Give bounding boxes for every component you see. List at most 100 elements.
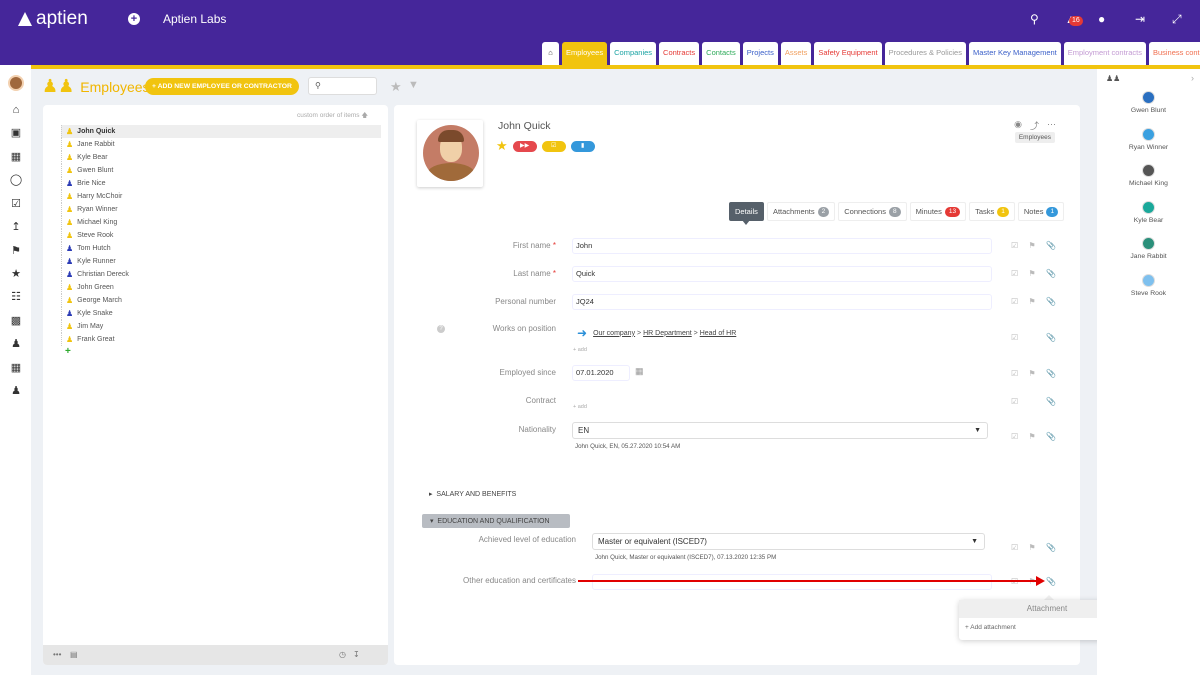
employed-since-field[interactable]: 07.01.2020: [572, 365, 630, 381]
employee-list-item[interactable]: ♟ Michael King: [61, 216, 381, 229]
team-member[interactable]: Michael King: [1097, 164, 1200, 187]
star-icon[interactable]: ★: [9, 267, 23, 281]
tab-business-contracts[interactable]: Business contracts: [1148, 42, 1200, 65]
team-member[interactable]: Jane Rabbit: [1097, 237, 1200, 260]
inbox-icon[interactable]: ▣: [9, 126, 23, 140]
org-name[interactable]: Aptien Labs: [163, 12, 226, 26]
export-icon[interactable]: ↧: [353, 650, 360, 659]
validate-icon[interactable]: ☑: [1011, 333, 1018, 342]
eye-icon[interactable]: ◉: [1014, 119, 1022, 132]
custom-order-toggle[interactable]: custom order of items 🡅: [297, 111, 368, 122]
briefcase-icon[interactable]: ▩: [9, 314, 23, 328]
position-link-company[interactable]: Our company: [593, 330, 635, 337]
section-salary-benefits[interactable]: ▸ SALARY AND BENEFITS: [429, 490, 516, 498]
tab-safety-equipment[interactable]: Safety Equipment: [814, 42, 882, 65]
employee-list-item[interactable]: ♟ Frank Great: [61, 333, 381, 346]
add-contract-link[interactable]: + add: [573, 404, 587, 410]
assign-icon[interactable]: ⚑: [1029, 369, 1036, 378]
more-icon[interactable]: •••: [53, 650, 61, 659]
attachment-icon[interactable]: 📎: [1046, 269, 1056, 278]
checkbox-icon[interactable]: ☑: [9, 197, 23, 211]
search-icon[interactable]: ⚲: [1030, 12, 1039, 26]
forward-button[interactable]: ▶▶: [512, 140, 537, 152]
activity-icon[interactable]: ↥: [9, 220, 23, 234]
assign-icon[interactable]: ⚑: [1029, 543, 1036, 552]
position-link-department[interactable]: HR Department: [643, 330, 692, 337]
employee-list-item[interactable]: ♟ Kyle Runner: [61, 255, 381, 268]
tab-notes[interactable]: Notes 1: [1017, 202, 1065, 221]
validate-icon[interactable]: ☑: [1011, 241, 1018, 250]
employee-list-item[interactable]: ♟ Kyle Bear: [61, 151, 381, 164]
validate-icon[interactable]: ☑: [1011, 432, 1018, 441]
education-level-select[interactable]: Master or equivalent (ISCED7) ▼: [592, 533, 985, 550]
employee-list-item[interactable]: ♟ George March: [61, 294, 381, 307]
attachment-icon[interactable]: 📎: [1046, 297, 1056, 306]
team-member[interactable]: Kyle Bear: [1097, 200, 1200, 224]
person-icon[interactable]: ♟: [9, 337, 23, 351]
team-icon[interactable]: ♟: [9, 384, 23, 398]
add-org-icon[interactable]: +: [128, 13, 140, 25]
tab-details[interactable]: Details: [729, 202, 764, 225]
grid-icon[interactable]: ▦: [9, 361, 23, 375]
chat-icon[interactable]: ●: [1098, 12, 1105, 26]
assign-icon[interactable]: ⚑: [1029, 432, 1036, 441]
last-name-field[interactable]: Quick: [572, 266, 992, 282]
nationality-select[interactable]: EN ▼: [572, 422, 988, 439]
personal-number-field[interactable]: JQ24: [572, 294, 992, 310]
tab-assets[interactable]: Assets: [780, 42, 812, 65]
validate-icon[interactable]: ☑: [1011, 543, 1018, 552]
collapse-icon[interactable]: ⤢: [1172, 12, 1182, 27]
validate-icon[interactable]: ☑: [1011, 269, 1018, 278]
filter-icon[interactable]: ▼: [408, 79, 419, 91]
employee-list-item[interactable]: ♟ Gwen Blunt: [61, 164, 381, 177]
section-education-qualification[interactable]: ▾ EDUCATION AND QUALIFICATION: [422, 514, 570, 528]
employee-photo[interactable]: [417, 120, 483, 187]
employee-list-item[interactable]: ♟ Brie Nice: [61, 177, 381, 190]
attachment-icon[interactable]: 📎: [1046, 432, 1056, 441]
tab-contacts[interactable]: Contacts: [702, 42, 740, 65]
favorite-star-icon[interactable]: ★: [496, 138, 508, 154]
validate-icon[interactable]: ☑: [1011, 397, 1018, 406]
add-position-link[interactable]: + add: [573, 347, 587, 353]
team-member[interactable]: Steve Rook: [1097, 273, 1200, 297]
tab-employment-contracts[interactable]: Employment contracts: [1063, 42, 1146, 65]
share-icon[interactable]: ⤴: [1030, 119, 1039, 132]
note-button[interactable]: ▮: [570, 140, 595, 152]
assign-icon[interactable]: ⚑: [9, 244, 23, 258]
employee-list-item[interactable]: ♟ John Quick: [61, 125, 381, 138]
more-icon[interactable]: ⋯: [1047, 119, 1056, 132]
validate-icon[interactable]: ☑: [1011, 297, 1018, 306]
employee-list-item[interactable]: ♟ Christian Dereck: [61, 268, 381, 281]
attachment-icon[interactable]: 📎: [1046, 543, 1056, 552]
tab-home[interactable]: ⌂: [542, 42, 559, 65]
logout-icon[interactable]: ⇥: [1135, 12, 1145, 26]
attachment-icon[interactable]: 📎: [1046, 397, 1056, 406]
tab-projects[interactable]: Projects: [742, 42, 778, 65]
assign-icon[interactable]: ⚑: [1029, 297, 1036, 306]
app-logo[interactable]: aptien: [18, 8, 88, 30]
history-icon[interactable]: ◷: [339, 650, 346, 659]
employee-list-item[interactable]: ♟ Jane Rabbit: [61, 138, 381, 151]
tab-tasks[interactable]: Tasks 1: [969, 202, 1015, 221]
employee-list-item[interactable]: ♟ Kyle Snake: [61, 307, 381, 320]
task-button[interactable]: ☑: [541, 140, 566, 152]
user-avatar[interactable]: [8, 75, 24, 91]
team-member[interactable]: Ryan Winner: [1097, 127, 1200, 151]
other-education-field[interactable]: [592, 574, 992, 590]
employee-list-item[interactable]: ♟ John Green: [61, 281, 381, 294]
attachment-icon[interactable]: 📎: [1046, 369, 1056, 378]
lightbulb-icon[interactable]: ◯: [9, 173, 23, 187]
attachment-icon[interactable]: 📎: [1046, 241, 1056, 250]
first-name-field[interactable]: John: [572, 238, 992, 254]
employee-list-item[interactable]: ♟ Harry McChoir: [61, 190, 381, 203]
assign-icon[interactable]: ⚑: [1029, 241, 1036, 250]
add-employee-icon[interactable]: +: [61, 346, 381, 357]
tab-companies[interactable]: Companies: [610, 42, 657, 65]
employee-list-item[interactable]: ♟ Steve Rook: [61, 229, 381, 242]
calendar-icon[interactable]: ▦: [635, 366, 644, 377]
assign-icon[interactable]: ⚑: [1029, 269, 1036, 278]
validate-icon[interactable]: ☑: [1011, 369, 1018, 378]
team-member[interactable]: Gwen Blunt: [1097, 91, 1200, 114]
home-icon[interactable]: ⌂: [9, 103, 23, 117]
calendar-icon[interactable]: ▦: [9, 150, 23, 164]
